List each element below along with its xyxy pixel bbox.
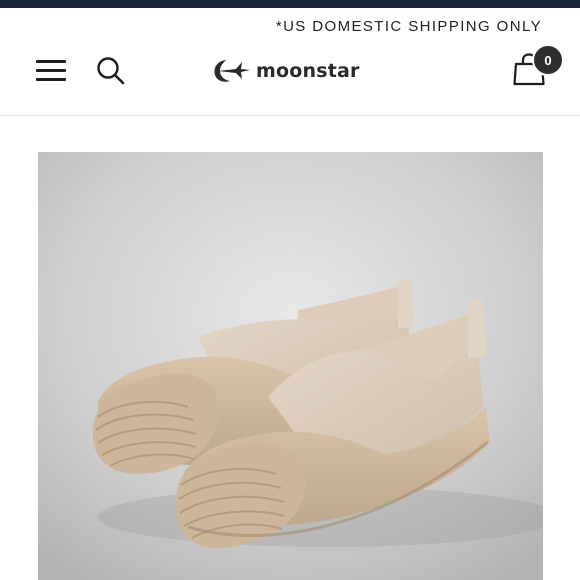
brand-logo[interactable]: moonstar — [212, 57, 360, 85]
menu-line — [36, 78, 66, 81]
hamburger-menu-icon[interactable] — [36, 58, 68, 84]
menu-line — [36, 60, 66, 63]
brand-logo-text: moonstar — [256, 60, 360, 82]
shipping-notice: *US DOMESTIC SHIPPING ONLY — [275, 18, 542, 35]
top-strip — [0, 0, 580, 8]
menu-line — [36, 69, 66, 72]
cart-count-badge[interactable]: 0 — [532, 44, 564, 76]
site-header: moonstar 0 — [0, 40, 580, 116]
moonstar-star-logo-icon — [214, 60, 250, 82]
product-image[interactable] — [38, 152, 543, 580]
search-icon[interactable] — [95, 55, 127, 87]
